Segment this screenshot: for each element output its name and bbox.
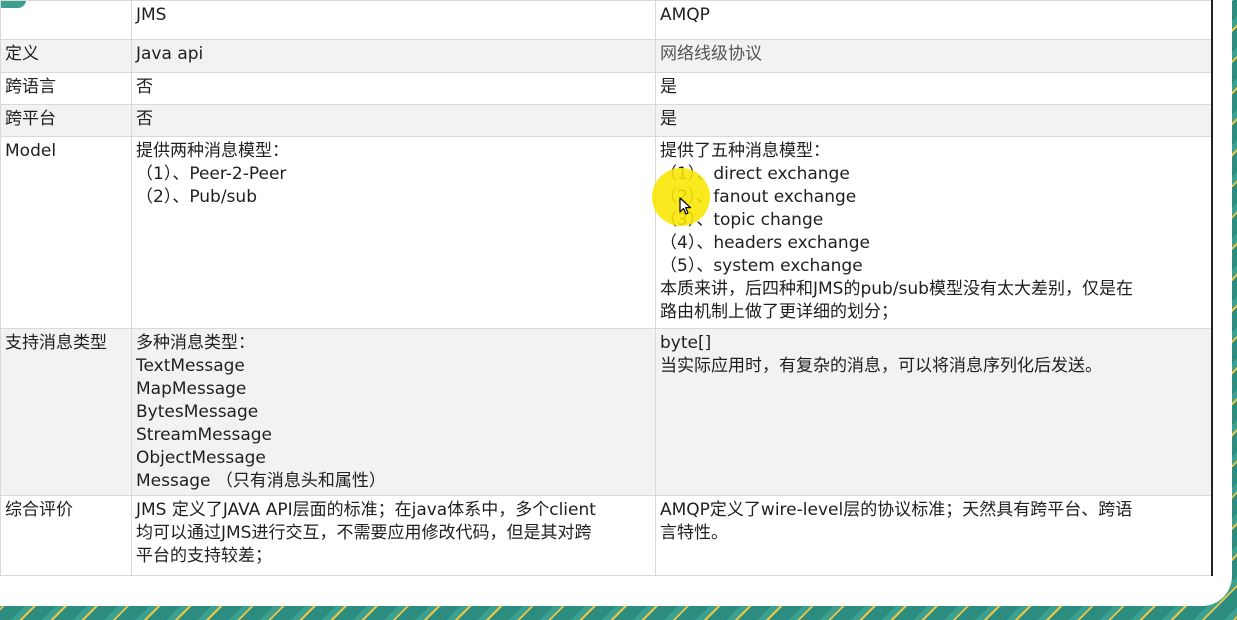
- row-label: 支持消息类型: [0, 328, 132, 496]
- table-row: 支持消息类型 多种消息类型： TextMessage MapMessage By…: [0, 328, 1213, 496]
- pointer-cursor-icon: [679, 197, 692, 215]
- jms-cell: JMS 定义了JAVA API层面的标准；在java体系中，多个client 均…: [131, 495, 656, 576]
- row-label: Model: [0, 136, 132, 329]
- jms-cell: Java api: [131, 39, 656, 73]
- row-label: 综合评价: [0, 495, 132, 576]
- amqp-cell: 网络线级协议: [655, 39, 1213, 73]
- jms-cell: 否: [131, 72, 656, 105]
- jms-cell: 提供两种消息模型： （1）、Peer-2-Peer （2）、Pub/sub: [131, 136, 656, 329]
- header-cell-amqp: AMQP: [655, 0, 1213, 40]
- jms-cell: 多种消息类型： TextMessage MapMessage BytesMess…: [131, 328, 656, 496]
- jms-cell: 否: [131, 104, 656, 137]
- table-row: 综合评价 JMS 定义了JAVA API层面的标准；在java体系中，多个cli…: [0, 495, 1213, 576]
- amqp-cell: 是: [655, 72, 1213, 105]
- row-label: 跨平台: [0, 104, 132, 137]
- header-cell-empty: [0, 0, 132, 40]
- table-row: 跨平台 否 是: [0, 104, 1213, 137]
- row-label: 跨语言: [0, 72, 132, 105]
- amqp-cell: 提供了五种消息模型： （1）、direct exchange （2）、fanou…: [655, 136, 1213, 329]
- table-row: 跨语言 否 是: [0, 72, 1213, 105]
- amqp-cell: 是: [655, 104, 1213, 137]
- row-label: 定义: [0, 39, 132, 73]
- header-cell-jms: JMS: [131, 0, 656, 40]
- table-row: 定义 Java api 网络线级协议: [0, 39, 1213, 73]
- amqp-cell: byte[] 当实际应用时，有复杂的消息，可以将消息序列化后发送。: [655, 328, 1213, 496]
- amqp-cell: AMQP定义了wire-level层的协议标准；天然具有跨平台、跨语 言特性。: [655, 495, 1213, 576]
- table-header-row: JMS AMQP: [0, 0, 1213, 40]
- table-row: Model 提供两种消息模型： （1）、Peer-2-Peer （2）、Pub/…: [0, 136, 1213, 329]
- comparison-table: JMS AMQP 定义 Java api 网络线级协议 跨语言 否 是 跨平台 …: [0, 0, 1213, 576]
